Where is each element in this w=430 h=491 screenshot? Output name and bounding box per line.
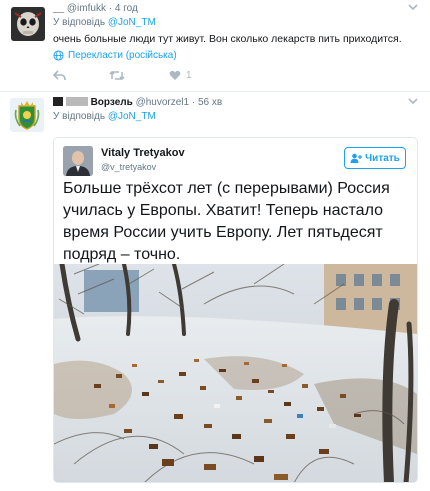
tweet-text: очень больные люди тут живут. Вон скольк… bbox=[53, 33, 402, 45]
retweet-button[interactable] bbox=[109, 70, 169, 81]
timestamp[interactable]: 56 хв bbox=[198, 97, 222, 108]
reply-prefix: У відповідь bbox=[53, 111, 106, 122]
reply-mention-link[interactable]: @JoN_TM bbox=[108, 111, 156, 122]
follow-label: Читать bbox=[365, 152, 400, 164]
reply-prefix: У відповідь bbox=[53, 17, 106, 28]
quoted-user-name[interactable]: Vitaly Tretyakov bbox=[101, 147, 185, 159]
coat-of-arms-avatar-image bbox=[10, 98, 44, 132]
caret-down-icon[interactable] bbox=[408, 3, 418, 14]
reply-icon bbox=[53, 70, 66, 81]
like-button[interactable]: 1 bbox=[169, 70, 192, 81]
avatar[interactable] bbox=[11, 7, 45, 41]
quoted-tweet[interactable]: Vitaly Tretyakov @v_tretyakov Читать Бол… bbox=[53, 137, 418, 483]
reply-context: У відповідь @JoN_TM bbox=[53, 17, 156, 28]
portrait-image bbox=[63, 146, 93, 176]
reply-button[interactable] bbox=[53, 70, 109, 81]
user-name[interactable]: __ bbox=[53, 3, 64, 14]
reply-mention-link[interactable]: @JoN_TM bbox=[108, 17, 156, 28]
retweet-icon bbox=[109, 70, 125, 81]
user-handle[interactable]: @imfukk bbox=[67, 3, 106, 14]
redacted-name-blur bbox=[65, 97, 88, 106]
skull-avatar-image bbox=[11, 7, 45, 41]
globe-icon bbox=[53, 50, 64, 61]
separator-dot: · bbox=[108, 3, 113, 14]
tweet-header: Ворзель @huvorzel1 · 56 хв bbox=[53, 97, 222, 108]
add-user-icon bbox=[350, 153, 363, 163]
quoted-tweet-text: Больше трёхсот лет (с перерывами) Россия… bbox=[63, 180, 390, 263]
quoted-photo[interactable] bbox=[54, 264, 417, 483]
quoted-user-handle[interactable]: @v_tretyakov bbox=[101, 162, 156, 172]
translate-link[interactable]: Перекласти (російська) bbox=[53, 50, 177, 61]
user-name[interactable]: Ворзель bbox=[91, 97, 133, 108]
tweet-header: __ @imfukk · 4 год bbox=[53, 3, 138, 14]
avatar[interactable] bbox=[10, 98, 44, 132]
user-handle[interactable]: @huvorzel1 bbox=[136, 97, 190, 108]
caret-down-icon[interactable] bbox=[408, 97, 418, 108]
redacted-name-mark bbox=[53, 97, 63, 106]
translate-label: Перекласти (російська) bbox=[68, 50, 177, 61]
timestamp[interactable]: 4 год bbox=[115, 3, 138, 14]
tweet-actions: 1 bbox=[53, 70, 192, 81]
tweet-1[interactable]: __ @imfukk · 4 год У відповідь @JoN_TM о… bbox=[0, 0, 430, 92]
tweet-2[interactable]: Ворзель @huvorzel1 · 56 хв У відповідь @… bbox=[0, 92, 430, 491]
reply-context: У відповідь @JoN_TM bbox=[53, 111, 156, 122]
like-count: 1 bbox=[186, 70, 192, 81]
quoted-avatar[interactable] bbox=[63, 146, 93, 176]
separator-dot: · bbox=[191, 97, 196, 108]
follow-button[interactable]: Читать bbox=[344, 147, 406, 169]
like-icon bbox=[169, 70, 181, 80]
